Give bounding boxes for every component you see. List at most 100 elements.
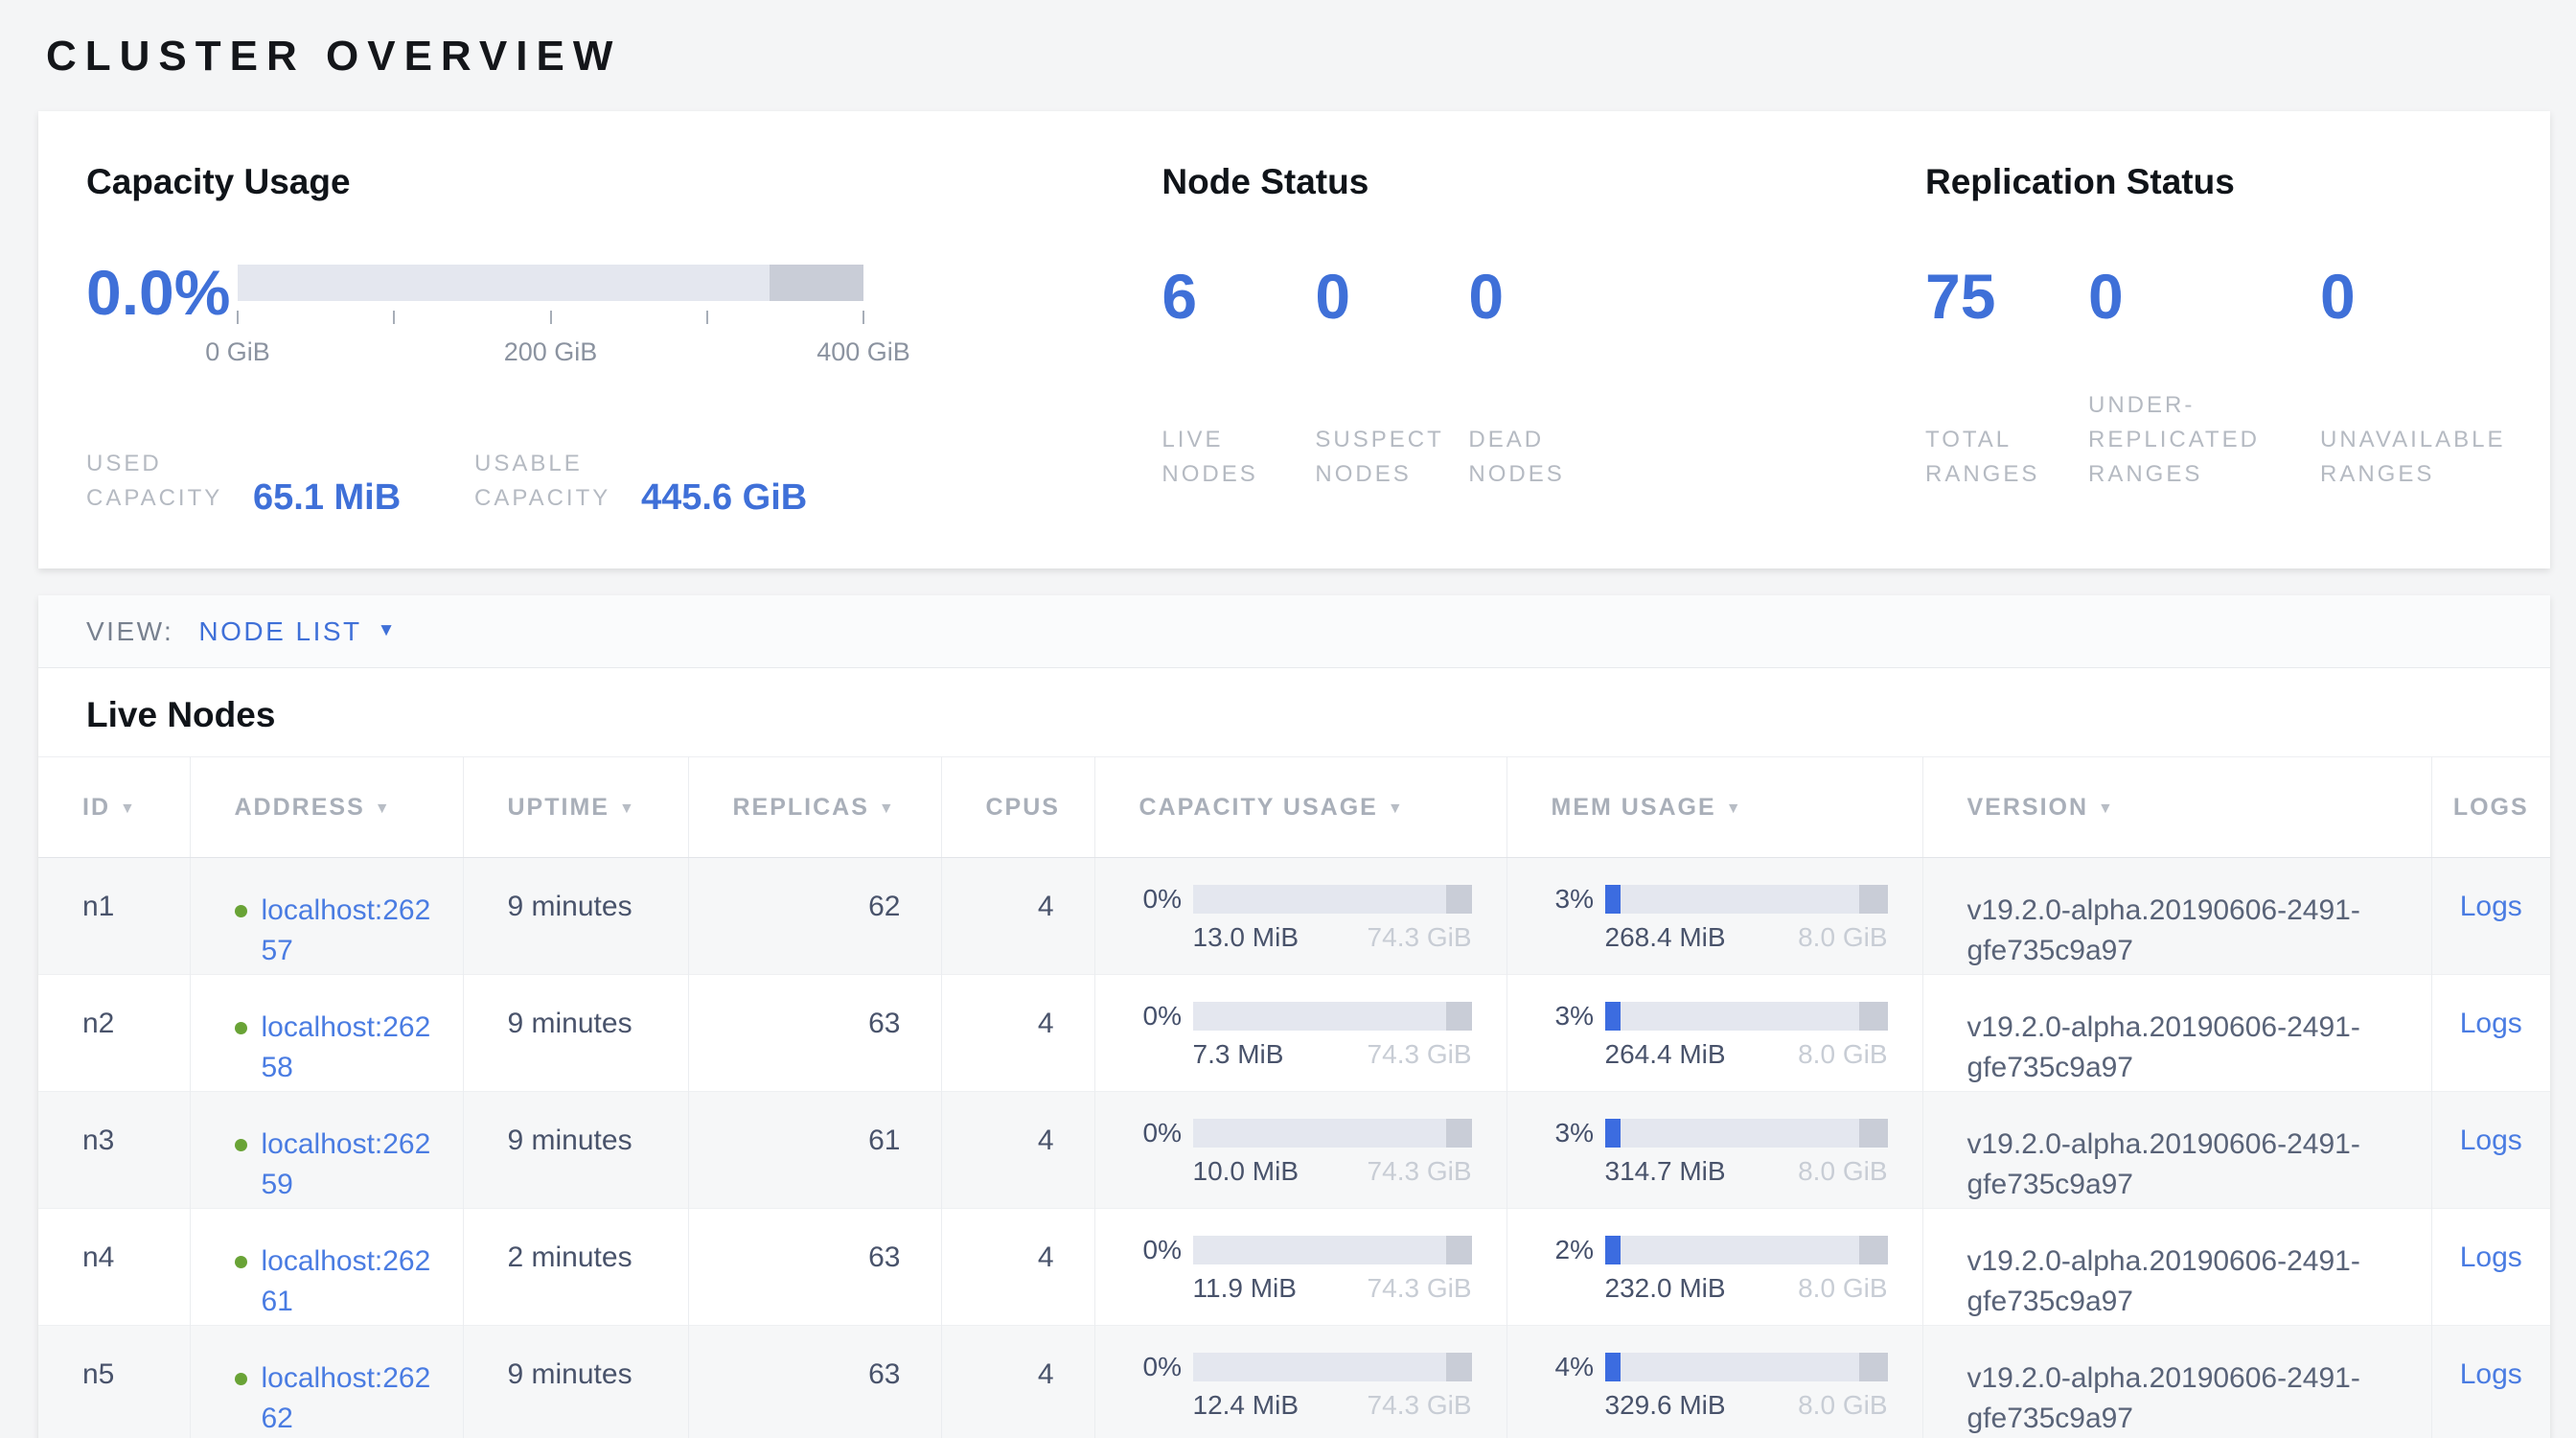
node-address-link[interactable]: localhost:26259: [262, 1128, 431, 1200]
node-address-cell: localhost:26261: [190, 1209, 463, 1326]
node-mem-usage-cell: 3% 268.4 MiB 8.0 GiB: [1506, 858, 1922, 975]
node-version-cell: v19.2.0-alpha.20190606-2491-gfe735c9a97: [1922, 858, 2431, 975]
under-replicated-ranges-stat: 0 UNDER-REPLICATED RANGES: [2088, 265, 2320, 492]
node-capacity-usage-cell: 0% 13.0 MiB 74.3 GiB: [1094, 858, 1506, 975]
node-version-cell: v19.2.0-alpha.20190606-2491-gfe735c9a97: [1922, 975, 2431, 1092]
capacity-usage-bar: [1193, 1119, 1472, 1148]
logs-link[interactable]: Logs: [2460, 1358, 2522, 1390]
column-header-uptime[interactable]: UPTIME▼: [463, 757, 688, 858]
node-capacity-usage-cell: 0% 7.3 MiB 74.3 GiB: [1094, 975, 1506, 1092]
sort-icon: ▼: [120, 800, 137, 817]
node-live-status-icon: [235, 905, 247, 917]
used-capacity-label: USED CAPACITY: [86, 447, 247, 516]
axis-label-200: 200 GiB: [504, 337, 598, 367]
node-mem-usage-cell: 2% 232.0 MiB 8.0 GiB: [1506, 1209, 1922, 1326]
mem-usage-bar: [1605, 1236, 1888, 1264]
column-header-replicas[interactable]: REPLICAS▼: [688, 757, 941, 858]
capacity-usage-bar: [1193, 885, 1472, 914]
capacity-usage-bar: [1193, 1002, 1472, 1031]
mem-bar-reserved-segment: [1859, 1119, 1888, 1148]
node-id-cell: n1: [38, 858, 190, 975]
mem-bar-fill: [1605, 1002, 1621, 1031]
capacity-axis: 0 GiB 200 GiB 400 GiB: [238, 311, 863, 378]
logs-link[interactable]: Logs: [2460, 891, 2522, 922]
node-logs-cell: Logs: [2431, 1209, 2550, 1326]
view-selector-dropdown[interactable]: NODE LIST ▼: [198, 616, 398, 647]
mem-bar-reserved-segment: [1859, 1002, 1888, 1031]
capacity-bar-reserved-segment: [1446, 1002, 1471, 1031]
unavailable-ranges-value: 0: [2320, 265, 2550, 328]
live-nodes-table: ID▼ ADDRESS▼ UPTIME▼ REPLICAS▼ CPUS CAPA…: [38, 756, 2550, 1438]
node-logs-cell: Logs: [2431, 1092, 2550, 1209]
logs-link[interactable]: Logs: [2460, 1125, 2522, 1156]
node-id-cell: n5: [38, 1326, 190, 1438]
node-cpus-cell: 4: [941, 1326, 1094, 1438]
node-uptime-cell: 2 minutes: [463, 1209, 688, 1326]
replication-status-section: Replication Status 75 TOTAL RANGES 0 UND…: [1925, 161, 2550, 516]
column-header-capacity-usage[interactable]: CAPACITY USAGE▼: [1094, 757, 1506, 858]
node-id-cell: n2: [38, 975, 190, 1092]
column-header-version[interactable]: VERSION▼: [1922, 757, 2431, 858]
node-live-status-icon: [235, 1373, 247, 1385]
node-replicas-cell: 62: [688, 858, 941, 975]
node-address-link[interactable]: localhost:26261: [262, 1245, 431, 1317]
live-nodes-label: LIVE NODES: [1162, 423, 1296, 492]
dead-nodes-label: DEAD NODES: [1468, 423, 1602, 492]
axis-label-400: 400 GiB: [816, 337, 910, 367]
node-cpus-cell: 4: [941, 975, 1094, 1092]
node-version-cell: v19.2.0-alpha.20190606-2491-gfe735c9a97: [1922, 1092, 2431, 1209]
capacity-usage-title: Capacity Usage: [86, 161, 1162, 203]
mem-usage-bar: [1605, 885, 1888, 914]
unavailable-ranges-stat: 0 UNAVAILABLE RANGES: [2320, 265, 2550, 492]
capacity-percent-value: 0.0%: [86, 261, 238, 324]
capacity-bar-reserved-segment: [1446, 1353, 1471, 1381]
node-address-link[interactable]: localhost:26258: [262, 1011, 431, 1083]
node-version-cell: v19.2.0-alpha.20190606-2491-gfe735c9a97: [1922, 1326, 2431, 1438]
cluster-summary-panel: Capacity Usage 0.0% 0 GiB 200 GiB 400 Gi…: [38, 111, 2550, 568]
node-replicas-cell: 61: [688, 1092, 941, 1209]
node-replicas-cell: 63: [688, 1209, 941, 1326]
logs-link[interactable]: Logs: [2460, 1008, 2522, 1039]
mem-bar-fill: [1605, 885, 1621, 914]
under-replicated-ranges-label: UNDER-REPLICATED RANGES: [2088, 388, 2304, 492]
node-replicas-cell: 63: [688, 1326, 941, 1438]
capacity-usage-bar: [1193, 1353, 1472, 1381]
node-status-section: Node Status 6 LIVE NODES 0 SUSPECT NODES…: [1162, 161, 1925, 516]
node-cpus-cell: 4: [941, 1209, 1094, 1326]
node-address-link[interactable]: localhost:26262: [262, 1362, 431, 1434]
mem-bar-reserved-segment: [1859, 885, 1888, 914]
capacity-bar-reserved-segment: [1446, 1119, 1471, 1148]
node-uptime-cell: 9 minutes: [463, 858, 688, 975]
chevron-down-icon: ▼: [378, 620, 398, 641]
node-id-cell: n4: [38, 1209, 190, 1326]
table-row: n1 localhost:26257 9 minutes 62 4 0% 13.…: [38, 858, 2550, 975]
column-header-id[interactable]: ID▼: [38, 757, 190, 858]
column-header-mem-usage[interactable]: MEM USAGE▼: [1506, 757, 1922, 858]
capacity-bar-reserved-segment: [770, 265, 863, 301]
node-live-status-icon: [235, 1256, 247, 1268]
table-row: n2 localhost:26258 9 minutes 63 4 0% 7.3…: [38, 975, 2550, 1092]
node-cpus-cell: 4: [941, 858, 1094, 975]
view-label: VIEW:: [86, 616, 173, 647]
node-address-cell: localhost:26257: [190, 858, 463, 975]
total-ranges-stat: 75 TOTAL RANGES: [1925, 265, 2088, 492]
mem-bar-fill: [1605, 1353, 1621, 1381]
node-logs-cell: Logs: [2431, 1326, 2550, 1438]
capacity-usage-section: Capacity Usage 0.0% 0 GiB 200 GiB 400 Gi…: [86, 161, 1162, 516]
suspect-nodes-label: SUSPECT NODES: [1315, 423, 1459, 492]
mem-bar-reserved-segment: [1859, 1236, 1888, 1264]
used-capacity-stat: USED CAPACITY 65.1 MiB: [86, 447, 474, 516]
column-header-address[interactable]: ADDRESS▼: [190, 757, 463, 858]
column-header-cpus: CPUS: [941, 757, 1094, 858]
node-address-link[interactable]: localhost:26257: [262, 894, 431, 966]
node-capacity-usage-cell: 0% 11.9 MiB 74.3 GiB: [1094, 1209, 1506, 1326]
node-mem-usage-cell: 3% 314.7 MiB 8.0 GiB: [1506, 1092, 1922, 1209]
node-logs-cell: Logs: [2431, 858, 2550, 975]
table-header-row: ID▼ ADDRESS▼ UPTIME▼ REPLICAS▼ CPUS CAPA…: [38, 757, 2550, 858]
unavailable-ranges-label: UNAVAILABLE RANGES: [2320, 423, 2545, 492]
total-ranges-value: 75: [1925, 265, 2088, 328]
usable-capacity-label: USABLE CAPACITY: [474, 447, 635, 516]
node-version-cell: v19.2.0-alpha.20190606-2491-gfe735c9a97: [1922, 1209, 2431, 1326]
capacity-bar-reserved-segment: [1446, 885, 1471, 914]
logs-link[interactable]: Logs: [2460, 1241, 2522, 1273]
